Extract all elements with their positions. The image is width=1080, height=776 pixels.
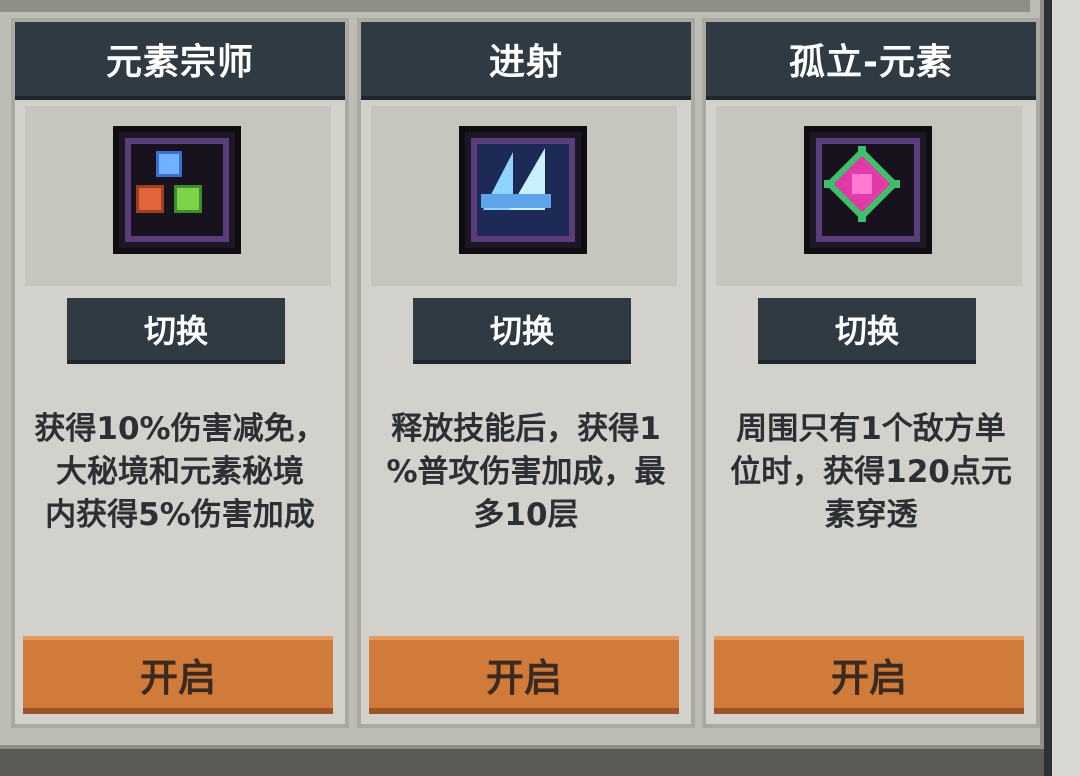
talent-panel: 元素宗师 切换 获得10%伤害减免， 大秘境和元素秘境 内获得5%伤害加成 开启… [0, 0, 1044, 749]
talent-card-2: 进射 切换 释放技能后，获得1 %普攻伤害加成，最 多10层 开启 [361, 22, 691, 724]
talent-description: 获得10%伤害减免， 大秘境和元素秘境 内获得5%伤害加成 [34, 411, 326, 533]
side-frame-inner [1052, 0, 1080, 776]
icon-well [716, 106, 1022, 286]
enable-button[interactable]: 开启 [714, 636, 1024, 714]
talent-card-3: 孤立-元素 切换 周围只有1个敌方单 位时，获得120点元 素穿透 开启 [706, 22, 1036, 724]
switch-button[interactable]: 切换 [758, 298, 976, 364]
magenta-star-icon [804, 126, 932, 254]
ice-shards-icon [459, 126, 587, 254]
panel-top-border [0, 0, 1030, 12]
icon-well [25, 106, 331, 286]
icon-well [371, 106, 677, 286]
talent-card-1: 元素宗师 切换 获得10%伤害减免， 大秘境和元素秘境 内获得5%伤害加成 开启 [15, 22, 345, 724]
switch-button[interactable]: 切换 [413, 298, 631, 364]
elemental-orbs-icon [113, 126, 241, 254]
talent-description: 周围只有1个敌方单 位时，获得120点元 素穿透 [730, 411, 1012, 533]
card-title: 进射 [361, 22, 691, 100]
enable-button[interactable]: 开启 [23, 636, 333, 714]
card-title: 元素宗师 [15, 22, 345, 100]
talent-description: 释放技能后，获得1 %普攻伤害加成，最 多10层 [386, 411, 666, 533]
card-title: 孤立-元素 [706, 22, 1036, 100]
enable-button[interactable]: 开启 [369, 636, 679, 714]
side-frame [1044, 0, 1080, 776]
switch-button[interactable]: 切换 [67, 298, 285, 364]
